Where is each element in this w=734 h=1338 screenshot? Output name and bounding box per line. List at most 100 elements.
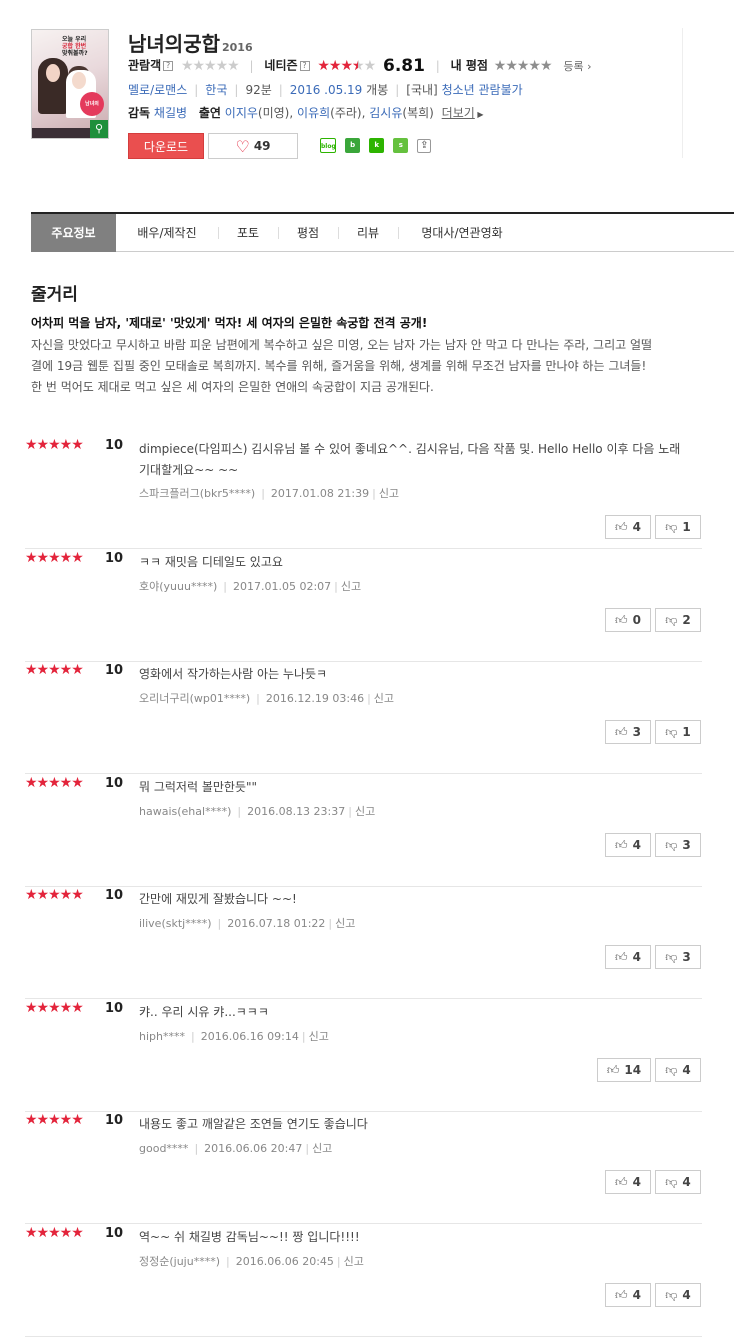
report-link[interactable]: 신고 (309, 1030, 329, 1043)
review-meta: 오리너구리(wp01****) | 2016.12.19 03:46 | 신고 (139, 692, 395, 705)
my-rating-stars[interactable]: ★★★★★ (494, 58, 553, 74)
more-cast-link[interactable]: 더보기 (442, 106, 475, 120)
poster-face-woman (72, 72, 86, 89)
thumb-down-button[interactable]: 👎︎ 4 (655, 1057, 701, 1082)
up-count: 4 (632, 1287, 641, 1302)
thumb-up-button[interactable]: 👍︎ 4 (605, 515, 651, 539)
thumb-down-button[interactable]: 👎︎ 4 (655, 1170, 701, 1194)
thumb-up-button[interactable]: 👍︎ 4 (605, 945, 651, 969)
band-share-icon[interactable]: b (345, 138, 361, 153)
thumb-up-button[interactable]: 👍︎ 4 (605, 1170, 651, 1194)
report-link[interactable]: 신고 (341, 580, 361, 593)
thumb-down-button[interactable]: 👎︎ 1 (655, 720, 701, 744)
review-text: 뭐 그럭저럭 볼만한듯"" (139, 779, 258, 794)
release-date-link[interactable]: 2016 .05.19 (290, 83, 363, 97)
tab-rating[interactable]: 평점 (278, 214, 338, 252)
cast-link-1[interactable]: 이지우 (225, 106, 258, 120)
review-score: 10 (105, 1000, 124, 1016)
down-count: 1 (682, 520, 691, 534)
report-link[interactable]: 신고 (335, 917, 355, 930)
review-user[interactable]: ilive(sktj****) (139, 917, 212, 930)
thumb-down-button[interactable]: 👎︎ 1 (655, 515, 701, 539)
tab-photo[interactable]: 포토 (218, 214, 278, 252)
review-score: 10 (105, 438, 124, 453)
thumb-up-button[interactable]: 👍︎ 4 (605, 1282, 651, 1307)
review-user[interactable]: 정정순(juju****) (139, 1255, 220, 1268)
review-item: ★★★★★ 10 간만에 재밌게 잘봤습니다 ~~! ilive(sktj****) |… (25, 887, 702, 999)
review-user[interactable]: 스파크플러그(bkr5****) (139, 487, 255, 500)
chevron-right-icon: › (587, 60, 592, 73)
movie-poster[interactable]: 오늘 우리 궁합 한번 맞춰볼까? 남녀의 ⚲ (31, 29, 109, 139)
tab-quotes-related[interactable]: 명대사/연관영화 (398, 214, 526, 252)
thumb-down-icon: 👎︎ (665, 950, 678, 964)
report-link[interactable]: 신고 (379, 487, 399, 500)
download-button[interactable]: 다운로드 (128, 133, 204, 159)
cast-link-3[interactable]: 김시유 (369, 106, 402, 120)
blog-share-icon[interactable]: blog (320, 138, 336, 153)
review-score: 10 (105, 888, 124, 903)
register-rating-link[interactable]: 등록 › (563, 60, 591, 73)
review-score: 10 (105, 1113, 124, 1128)
review-user[interactable]: 호야(yuuu****) (139, 580, 217, 593)
report-link[interactable]: 신고 (344, 1255, 364, 1268)
review-meta: 스파크플러그(bkr5****) | 2017.01.08 21:39 | 신고 (139, 487, 400, 500)
review-user[interactable]: good**** (139, 1142, 188, 1155)
review-text: 캬.. 우리 시유 캬...ㅋㅋㅋ (139, 1004, 269, 1019)
story-share-icon[interactable]: s (393, 138, 409, 153)
age-rating-link[interactable]: 청소년 관람불가 (442, 83, 523, 97)
up-count: 4 (632, 520, 641, 534)
thumb-down-button[interactable]: 👎︎ 3 (655, 832, 701, 857)
review-date: 2017.01.05 02:07 (232, 579, 332, 593)
like-button[interactable]: ♡ 49 (208, 133, 298, 159)
heart-icon: ♡ (235, 136, 250, 156)
thumb-up-button[interactable]: 👍︎ 0 (605, 607, 651, 632)
thumb-down-button[interactable]: 👎︎ 3 (655, 945, 701, 969)
review-stars: ★★★★★ (25, 1112, 84, 1128)
review-score: 10 (105, 663, 124, 678)
triangle-right-icon: ▶ (474, 110, 484, 119)
director-link[interactable]: 채길병 (154, 106, 187, 120)
review-user[interactable]: hawais(ehal****) (139, 805, 231, 818)
tab-main-info[interactable]: 주요정보 (31, 214, 116, 252)
kakao-share-icon[interactable]: k (369, 138, 385, 153)
thumb-up-icon: 👍︎ (615, 1287, 628, 1302)
down-count: 4 (682, 1287, 691, 1302)
review-stars: ★★★★★ (25, 1224, 84, 1241)
thumb-down-icon: 👎︎ (665, 837, 678, 852)
review-item: ★★★★★ 10 ㅋㅋ 재밋음 디테일도 있고요 호야(yuuu****) | 2017.… (25, 550, 702, 662)
movie-title-text[interactable]: 남녀의궁합 (128, 32, 220, 56)
thumb-up-button[interactable]: 👍︎ 14 (597, 1057, 651, 1082)
review-stars: ★★★★★ (25, 999, 84, 1016)
tab-review[interactable]: 리뷰 (338, 214, 398, 252)
search-icon[interactable]: ⚲ (90, 120, 108, 138)
review-date: 2016.06.06 20:47 (204, 1142, 303, 1155)
thumb-up-icon: 👍︎ (615, 612, 628, 627)
rating-row: 관람객? ★★★★★ | 네티즌? ★★★★ ★ ★ 6.81 | 내 평점 ★★★… (128, 56, 592, 76)
review-meta: hiph**** | 2016.06.16 09:14 | 신고 (139, 1029, 329, 1043)
thumb-down-button[interactable]: 👎︎ 4 (655, 1282, 701, 1307)
cast-role-2: (주라) (330, 106, 362, 120)
report-link[interactable]: 신고 (312, 1142, 332, 1155)
plot-synopsis: 자신을 맛었다고 무시하고 바람 피운 남편에게 복수하고 싶은 미영, 오는 … (31, 338, 653, 394)
share-icon[interactable]: ⇪ (417, 138, 432, 153)
down-count: 2 (682, 612, 691, 627)
thumb-up-button[interactable]: 👍︎ 3 (605, 720, 651, 744)
report-link[interactable]: 신고 (355, 805, 375, 818)
help-icon[interactable]: ? (163, 61, 174, 71)
review-text: 역~~ 쉬 채길병 감독님~~!! 짱 입니다!!!! (139, 1229, 360, 1244)
genre-link[interactable]: 멜로/로맨스 (128, 83, 187, 97)
thumb-down-button[interactable]: 👎︎ 2 (655, 607, 701, 632)
down-count: 3 (682, 837, 691, 852)
country-link[interactable]: 한국 (205, 83, 227, 97)
cast-link-2[interactable]: 이유희 (297, 106, 330, 120)
help-icon[interactable]: ? (299, 61, 310, 71)
report-link[interactable]: 신고 (374, 692, 394, 705)
review-user[interactable]: 오리너구리(wp01****) (139, 692, 250, 705)
thumb-up-button[interactable]: 👍︎ 4 (605, 832, 651, 857)
netizen-score: 6.81 (382, 56, 425, 76)
review-user[interactable]: hiph**** (139, 1030, 185, 1043)
tab-cast-crew[interactable]: 배우/제작진 (116, 214, 218, 252)
movie-title[interactable]: 남녀의궁합 2016 (128, 28, 253, 57)
thumb-down-icon: 👎︎ (665, 1175, 678, 1189)
review-stars: ★★★★★ (25, 774, 84, 791)
